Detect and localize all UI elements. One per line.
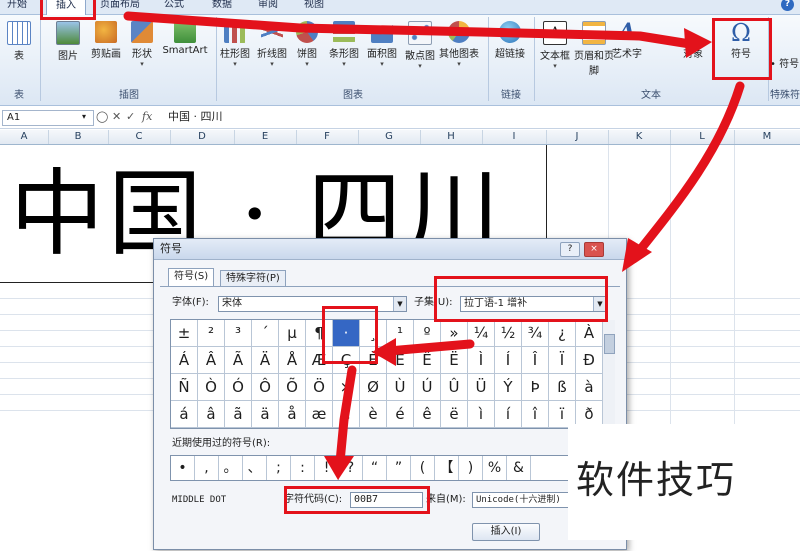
annotation-arrow	[635, 81, 745, 255]
annotation-arrowhead	[324, 456, 354, 480]
watermark: 软件技巧	[568, 424, 800, 540]
annotation-arrow	[123, 11, 695, 49]
annotation-arrowhead	[372, 338, 396, 366]
annotation-arrow	[335, 365, 357, 467]
watermark-text: 软件技巧	[576, 458, 737, 502]
annotation-arrowhead	[684, 28, 712, 58]
